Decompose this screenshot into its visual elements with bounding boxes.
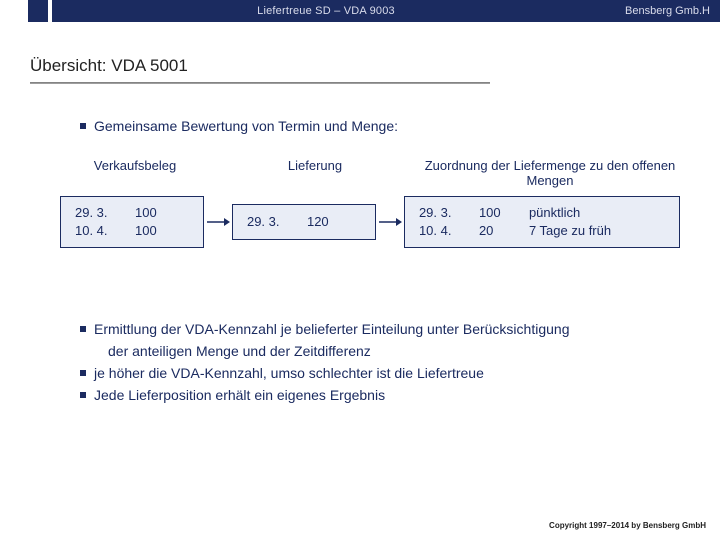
zu-date-2: 10. 4. (419, 222, 479, 240)
bullet-item: Jede Lieferposition erhält ein eigenes E… (80, 384, 680, 406)
bullet-3: Jede Lieferposition erhält ein eigenes E… (94, 384, 680, 406)
label-verkaufsbeleg: Verkaufsbeleg (60, 158, 210, 188)
bullet-item: Ermittlung der VDA-Kennzahl je beliefert… (80, 318, 680, 362)
zu-result-1: pünktlich (529, 204, 665, 222)
zu-result-2: 7 Tage zu früh (529, 222, 665, 240)
bullet-list: Ermittlung der VDA-Kennzahl je beliefert… (80, 318, 680, 406)
slide: Liefertreue SD – VDA 9003 Bensberg Gmb.H… (0, 0, 720, 540)
box-zuordnung: 29. 3. 10. 4. 100 20 pünktlich 7 Tage zu… (404, 196, 680, 248)
bullet-square-icon (80, 123, 86, 129)
vb-qty-2: 100 (135, 222, 185, 240)
topbar-company: Bensberg Gmb.H (600, 5, 720, 17)
topbar-main: Liefertreue SD – VDA 9003 Bensberg Gmb.H (52, 0, 720, 22)
diagram-row: 29. 3. 10. 4. 100 100 29. 3. (60, 196, 680, 248)
box-verkaufsbeleg: 29. 3. 10. 4. 100 100 (60, 196, 204, 248)
bullet-1-line-2: der anteiligen Menge und der Zeitdiffere… (108, 343, 371, 359)
diagram-labels: Verkaufsbeleg Lieferung Zuordnung der Li… (60, 158, 680, 188)
zu-qty-2: 20 (479, 222, 529, 240)
intro-text: Gemeinsame Bewertung von Termin und Meng… (94, 118, 398, 134)
box-lieferung: 29. 3. 120 (232, 204, 376, 240)
bullet-square-icon (80, 392, 86, 398)
bullet-square-icon (80, 326, 86, 332)
zu-date-1: 29. 3. (419, 204, 479, 222)
bullet-item: je höher die VDA-Kennzahl, umso schlecht… (80, 362, 680, 384)
diagram: Verkaufsbeleg Lieferung Zuordnung der Li… (60, 158, 680, 248)
label-zuordnung: Zuordnung der Liefermenge zu den offenen… (420, 158, 680, 188)
bullet-square-icon (80, 370, 86, 376)
lf-qty: 120 (307, 213, 347, 231)
bullet-2: je höher die VDA-Kennzahl, umso schlecht… (94, 362, 680, 384)
body: Gemeinsame Bewertung von Termin und Meng… (0, 84, 720, 406)
topbar-accent (28, 0, 48, 22)
zu-qty-1: 100 (479, 204, 529, 222)
intro-bullet: Gemeinsame Bewertung von Termin und Meng… (80, 118, 680, 134)
topbar-gap (0, 0, 28, 22)
topbar: Liefertreue SD – VDA 9003 Bensberg Gmb.H (0, 0, 720, 22)
vb-date-1: 29. 3. (75, 204, 135, 222)
copyright: Copyright 1997–2014 by Bensberg GmbH (549, 521, 706, 530)
lf-date: 29. 3. (247, 213, 307, 231)
label-lieferung: Lieferung (240, 158, 390, 188)
vb-qty-1: 100 (135, 204, 185, 222)
bullet-1-line-1: Ermittlung der VDA-Kennzahl je beliefert… (94, 321, 569, 337)
arrow-icon (204, 216, 232, 228)
topbar-title: Liefertreue SD – VDA 9003 (52, 5, 600, 17)
page-title: Übersicht: VDA 5001 (30, 56, 720, 76)
title-area: Übersicht: VDA 5001 (0, 22, 720, 84)
vb-date-2: 10. 4. (75, 222, 135, 240)
arrow-icon (376, 216, 404, 228)
